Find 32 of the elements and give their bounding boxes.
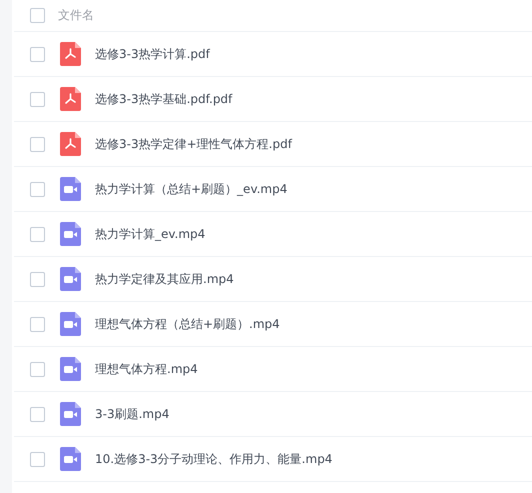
video-file-icon [60, 267, 81, 291]
video-file-icon [60, 222, 81, 246]
video-file-icon [60, 402, 81, 426]
checkbox[interactable] [30, 136, 45, 152]
file-name[interactable]: 理想气体方程（总结+刷题）.mp4 [95, 316, 280, 332]
video-file-icon [60, 447, 81, 471]
pdf-file-icon [60, 132, 81, 156]
file-name[interactable]: 3-3刷题.mp4 [95, 406, 170, 422]
checkbox[interactable] [30, 46, 45, 62]
pdf-file-icon [60, 42, 81, 66]
file-name[interactable]: 选修3-3热学计算.pdf [95, 46, 210, 62]
checkbox[interactable] [30, 452, 45, 466]
file-name[interactable]: 选修3-3热学基础.pdf.pdf [95, 90, 232, 108]
video-file-icon [60, 357, 81, 381]
checkbox[interactable] [30, 272, 45, 286]
checkbox[interactable] [30, 226, 45, 242]
video-file-icon [60, 312, 81, 336]
file-name[interactable]: 选修3-3热学定律+理性气体方程.pdf [95, 136, 292, 152]
file-name[interactable]: 热力学定律及其应用.mp4 [95, 270, 234, 288]
column-header: 文件名 [58, 7, 94, 24]
checkbox[interactable] [30, 406, 45, 422]
checkbox[interactable] [30, 362, 45, 376]
checkbox[interactable] [30, 182, 45, 196]
file-name[interactable]: 10.选修3-3分子动理论、作用力、能量.mp4 [95, 450, 332, 468]
file-name[interactable]: 理想气体方程.mp4 [95, 360, 198, 378]
checkbox[interactable] [30, 8, 45, 23]
checkbox[interactable] [30, 316, 45, 332]
video-file-icon [60, 177, 81, 201]
checkbox[interactable] [30, 92, 45, 106]
file-name[interactable]: 热力学计算（总结+刷题）_ev.mp4 [95, 180, 288, 198]
pdf-file-icon [60, 87, 81, 111]
file-name[interactable]: 热力学计算_ev.mp4 [95, 226, 206, 242]
